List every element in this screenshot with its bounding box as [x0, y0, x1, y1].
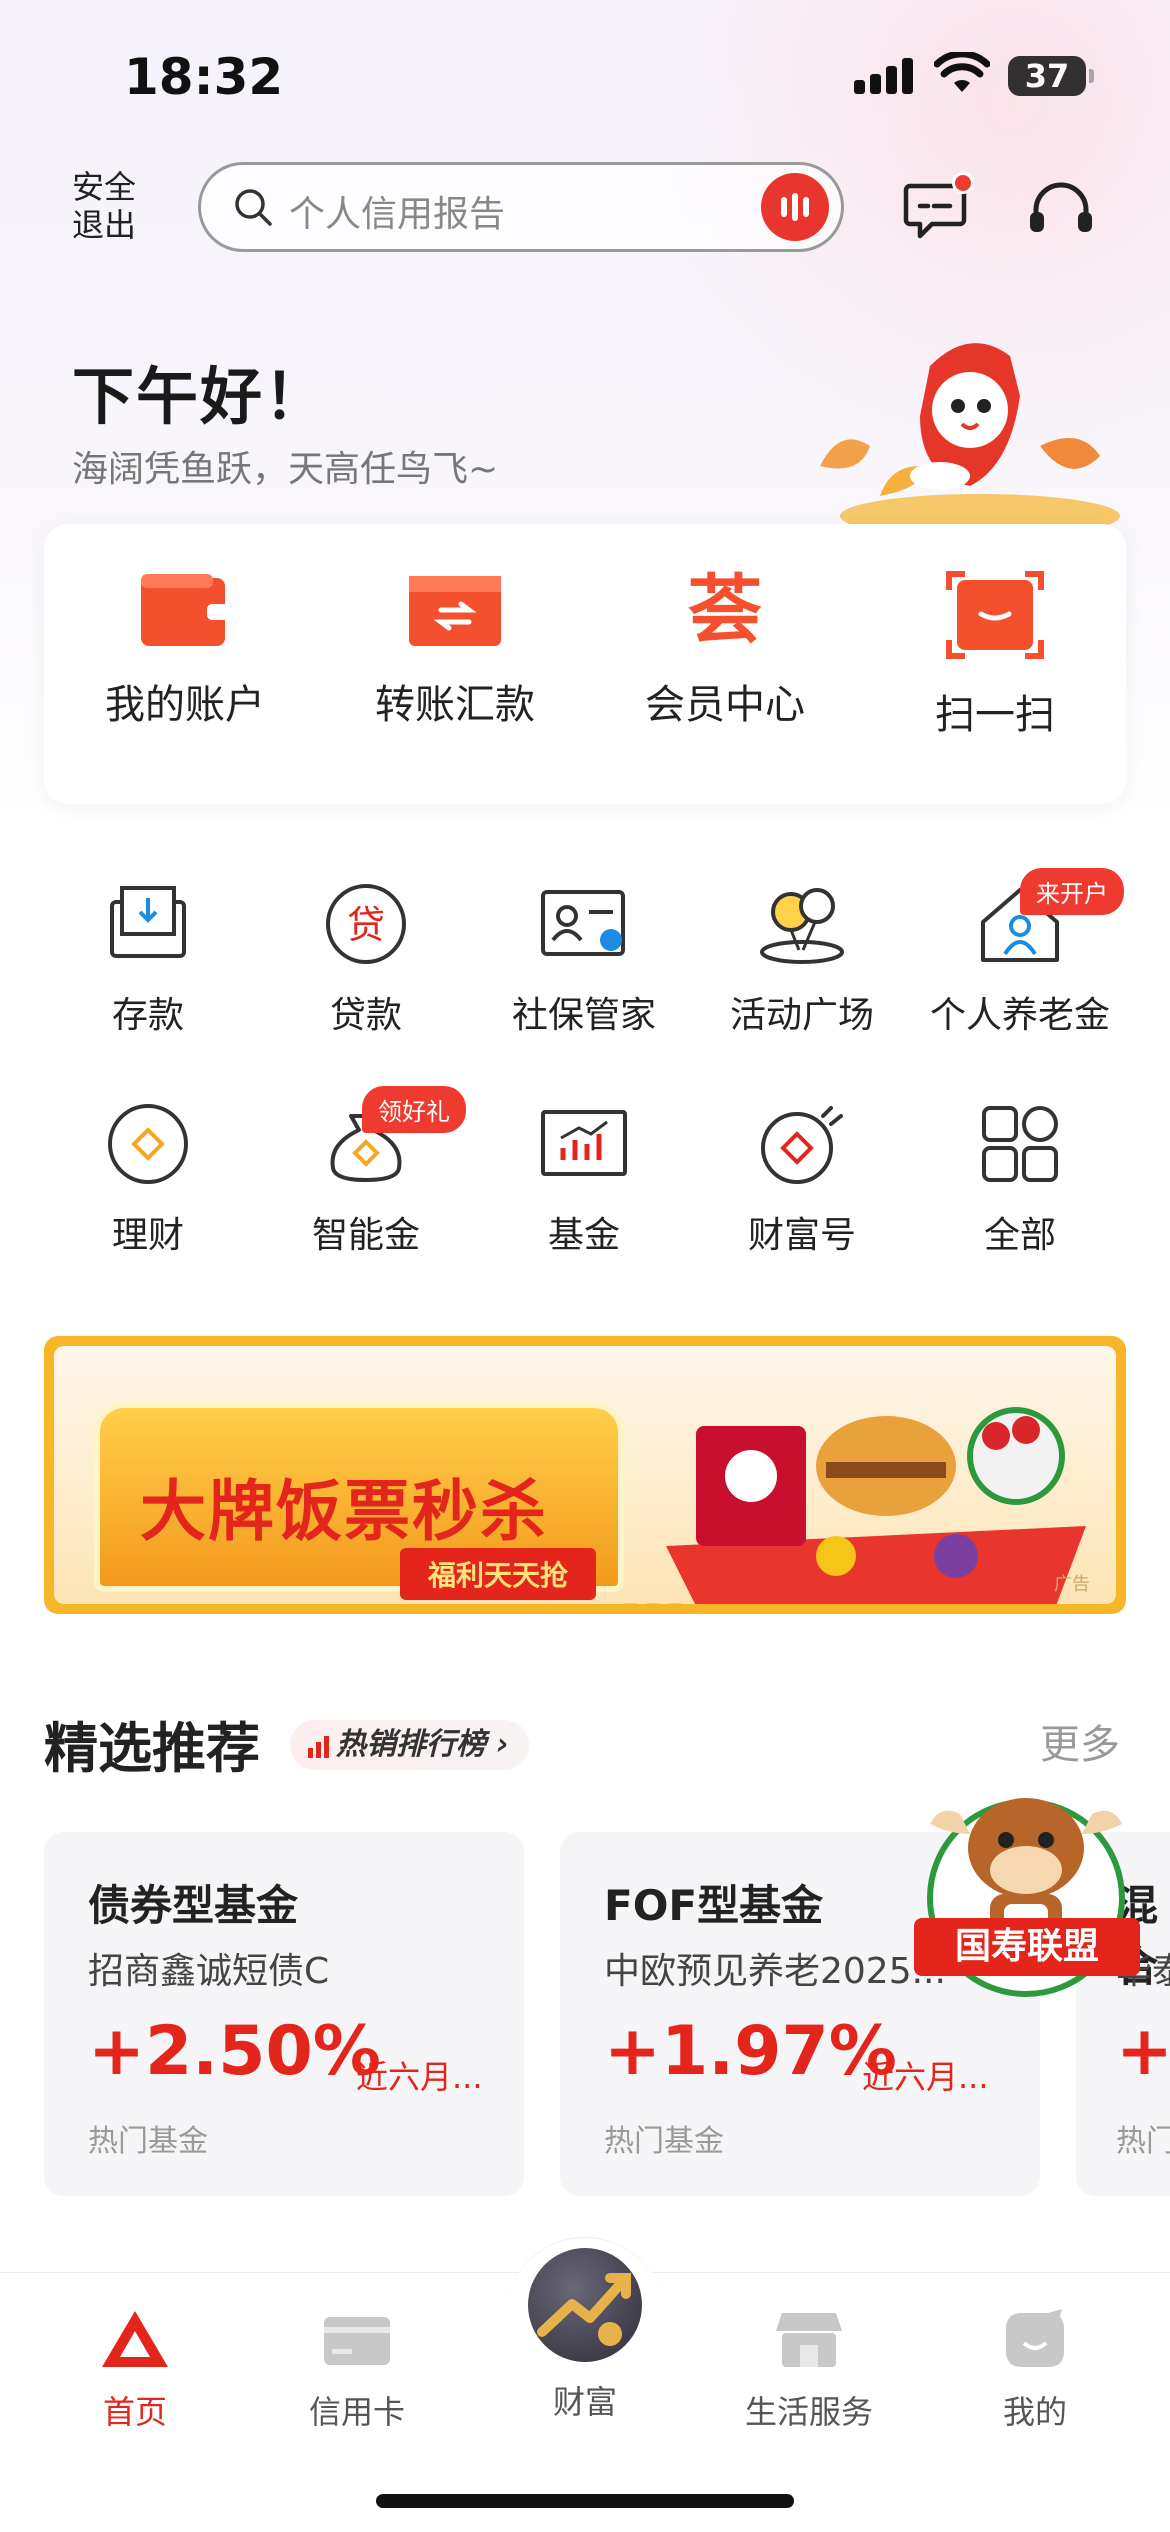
- grid-item-wealth[interactable]: 理财: [40, 1102, 256, 1258]
- profile-icon: [1006, 2309, 1064, 2367]
- wallet-icon: [141, 574, 229, 646]
- fund-name: 中欧预见养老2025...: [604, 1951, 946, 1992]
- action-scan[interactable]: 扫一扫: [860, 570, 1130, 740]
- action-member-center[interactable]: 荟 会员中心: [590, 570, 860, 730]
- secure-exit-button[interactable]: 安全 退出: [72, 168, 152, 244]
- banner-title: 大牌饭票秒杀: [140, 1473, 548, 1550]
- ad-label: 广告: [1054, 1574, 1090, 1595]
- voice-search-icon[interactable]: [761, 173, 829, 241]
- search-icon: [235, 189, 272, 226]
- more-link[interactable]: 更多: [1040, 1712, 1120, 1770]
- svg-text:贷: 贷: [347, 903, 385, 947]
- banner-sign: 大牌饭票秒杀 福利天天抢: [94, 1402, 624, 1600]
- grid-item-fund[interactable]: 基金: [476, 1102, 692, 1258]
- scan-icon: [946, 571, 1044, 659]
- banner-ribbon: 福利天天抢: [400, 1548, 597, 1600]
- fund-return: +1.97%: [604, 2012, 897, 2091]
- all-grid-icon: [982, 1106, 1058, 1182]
- banner-pager: [624, 1592, 690, 1604]
- greeting-title: 下午好！: [72, 360, 329, 433]
- fortune-icon: [761, 1106, 843, 1184]
- grid-item-activity[interactable]: 活动广场: [694, 882, 910, 1038]
- fund-return: +4: [1116, 2012, 1170, 2091]
- main-actions-card: 我的账户 转账汇款 荟 会员中心 扫一扫: [44, 524, 1126, 804]
- greeting-subtitle: 海阔凭鱼跃，天高任鸟飞~: [72, 449, 499, 490]
- grid-item-loan[interactable]: 贷 贷款: [258, 882, 474, 1038]
- section-title: 精选推荐: [44, 1717, 260, 1780]
- fund-name: 招商鑫诚短债C: [88, 1951, 330, 1992]
- grid-item-social-security[interactable]: 社保管家: [476, 882, 692, 1038]
- grid-item-fortune[interactable]: 财富号: [694, 1102, 910, 1258]
- grid-item-all[interactable]: 全部: [912, 1102, 1128, 1258]
- balloon-icon: [760, 888, 844, 964]
- grid-item-deposit[interactable]: 存款: [40, 882, 256, 1038]
- alliance-badge[interactable]: 国寿联盟: [914, 1918, 1140, 1976]
- search-bar[interactable]: 个人信用报告: [198, 162, 844, 252]
- customer-service-icon[interactable]: [1026, 178, 1096, 242]
- tab-credit-card[interactable]: 信用卡: [262, 2309, 452, 2433]
- food-basket-image: [666, 1407, 1086, 1604]
- hot-ranking-link[interactable]: 热销排行榜 ›: [290, 1720, 529, 1770]
- shop-icon: [776, 2313, 842, 2367]
- action-transfer[interactable]: 转账汇款: [320, 570, 590, 730]
- fund-tag: 热门基金: [604, 2124, 724, 2159]
- wealth-diamond-icon: [108, 1104, 188, 1184]
- fund-chart-icon: [541, 1110, 627, 1176]
- loan-icon: 贷: [326, 884, 406, 964]
- battery-icon: 37: [1008, 56, 1094, 96]
- tab-life-services[interactable]: 生活服务: [714, 2309, 904, 2433]
- transfer-icon: [409, 576, 501, 646]
- status-time: 18:32: [124, 48, 284, 106]
- fund-period: 近六月...: [862, 2058, 989, 2096]
- gift-tag: 领好礼: [362, 1086, 466, 1133]
- home-icon: [102, 2311, 168, 2367]
- cellular-signal-icon: [854, 58, 916, 94]
- open-account-tag: 来开户: [1020, 868, 1124, 915]
- search-placeholder: 个人信用报告: [289, 194, 506, 235]
- ranking-bars-icon: [308, 1736, 329, 1758]
- unread-dot: [952, 172, 974, 194]
- deposit-icon: [110, 886, 186, 958]
- wealth-center-icon[interactable]: [528, 2248, 642, 2362]
- action-my-account[interactable]: 我的账户: [50, 570, 320, 730]
- fund-card[interactable]: 债券型基金 招商鑫诚短债C +2.50% 近六月... 热门基金: [44, 1832, 524, 2196]
- tab-home[interactable]: 首页: [40, 2309, 230, 2433]
- wifi-icon: [934, 52, 990, 92]
- wealth-trend-icon: [537, 2273, 631, 2346]
- tab-wealth[interactable]: 财富: [490, 2377, 680, 2423]
- fund-type: FOF型基金: [604, 1881, 824, 1930]
- fund-return: +2.50%: [88, 2012, 381, 2091]
- fund-type: 债券型基金: [88, 1881, 299, 1930]
- mascot-illustration: [820, 343, 1120, 536]
- tab-profile[interactable]: 我的: [940, 2309, 1130, 2433]
- credit-card-icon: [324, 2317, 390, 2365]
- fund-period: 近六月...: [356, 2058, 483, 2096]
- fund-tag: 热门: [1116, 2124, 1170, 2159]
- promo-banner[interactable]: 大牌饭票秒杀 福利天天抢 广告: [44, 1336, 1126, 1614]
- home-indicator: [376, 2494, 794, 2508]
- member-icon: 荟: [688, 567, 762, 653]
- social-security-icon: [541, 890, 625, 956]
- fund-tag: 热门基金: [88, 2124, 208, 2159]
